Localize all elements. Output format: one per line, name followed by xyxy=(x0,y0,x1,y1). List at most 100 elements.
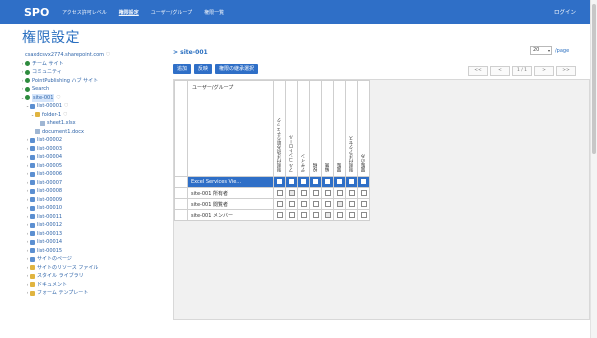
row-selector[interactable] xyxy=(174,187,188,199)
permission-checkbox[interactable] xyxy=(360,200,367,207)
permission-checkbox[interactable] xyxy=(276,189,283,196)
permission-checkbox[interactable] xyxy=(300,211,307,218)
permission-checkbox[interactable] xyxy=(324,189,331,196)
info-icon[interactable]: ◌ xyxy=(63,111,67,120)
tree-item[interactable]: csaxdcsvx2774.sharepoint.com ◌ xyxy=(20,51,170,60)
permission-checkbox[interactable] xyxy=(348,200,355,207)
tree-item[interactable]: › コミュニティ xyxy=(20,68,170,77)
inherit-permissions-button[interactable]: 権限の継承選択 xyxy=(215,64,259,74)
tree-item[interactable]: › list-00007 xyxy=(20,179,170,188)
tree-item[interactable]: › フォーム テンプレート xyxy=(20,289,170,298)
permission-checkbox[interactable] xyxy=(324,200,331,207)
permission-level-header: 編集 xyxy=(321,80,334,177)
permission-checkbox[interactable] xyxy=(288,211,295,218)
tree-item[interactable]: › スタイル ライブラリ xyxy=(20,272,170,281)
tree-item[interactable]: ⌄ site-001 ◌ xyxy=(20,93,170,103)
bulk-select-square[interactable] xyxy=(277,179,282,184)
row-selector[interactable] xyxy=(174,176,188,188)
permission-checkbox[interactable] xyxy=(276,200,283,207)
tree-item[interactable]: › list-00012 xyxy=(20,221,170,230)
permission-checkbox[interactable] xyxy=(348,211,355,218)
permission-checkbox[interactable] xyxy=(360,211,367,218)
bulk-select-square[interactable] xyxy=(289,179,294,184)
permission-checkbox[interactable] xyxy=(276,211,283,218)
tree-item[interactable]: › list-00015 xyxy=(20,247,170,256)
group-name-cell[interactable]: site-001 メンバー xyxy=(187,209,274,221)
tree-item[interactable]: › サイトのリソース ファイル xyxy=(20,264,170,273)
tree-item[interactable]: › list-00003 xyxy=(20,145,170,154)
nav-permission-settings[interactable]: 権限設定 xyxy=(119,9,139,16)
permission-checkbox[interactable] xyxy=(336,189,343,196)
bulk-select-square[interactable] xyxy=(349,179,354,184)
tree-item[interactable]: › list-00014 xyxy=(20,238,170,247)
permission-checkbox[interactable] xyxy=(300,189,307,196)
tree-item[interactable]: › list-00005 xyxy=(20,162,170,171)
permission-checkbox[interactable] xyxy=(336,211,343,218)
bulk-select-square[interactable] xyxy=(301,179,306,184)
permission-checkbox[interactable] xyxy=(324,211,331,218)
page-scrollbar[interactable] xyxy=(590,0,597,338)
login-link[interactable]: ログイン xyxy=(554,8,576,16)
tree-item[interactable]: › list-00004 xyxy=(20,153,170,162)
info-icon[interactable]: ◌ xyxy=(106,51,110,60)
list-icon xyxy=(30,171,35,177)
permission-checkbox[interactable] xyxy=(348,189,355,196)
add-button[interactable]: 追加 xyxy=(173,64,192,74)
tree-item[interactable]: › ドキュメント xyxy=(20,281,170,290)
tree-item[interactable]: › list-00010 xyxy=(20,204,170,213)
file-icon xyxy=(35,129,40,135)
tree-item[interactable]: › サイトのページ xyxy=(20,255,170,264)
list-icon xyxy=(30,248,35,254)
bulk-select-square[interactable] xyxy=(313,179,318,184)
tree-item[interactable]: › PointPublishing ハブ サイト xyxy=(20,77,170,86)
permission-checkbox[interactable] xyxy=(336,200,343,207)
info-icon[interactable]: ◌ xyxy=(64,102,68,111)
nav-access-levels[interactable]: アクセス許可レベル xyxy=(62,9,107,16)
bulk-select-square[interactable] xyxy=(337,179,342,184)
permission-cell xyxy=(297,187,310,199)
tree-item[interactable]: › list-00013 xyxy=(20,230,170,239)
group-name-cell[interactable]: Excel Services Vie... xyxy=(187,176,274,188)
tree-item[interactable]: ⌄ list-00001 ◌ xyxy=(20,102,170,111)
apply-button[interactable]: 反映 xyxy=(194,64,213,74)
last-page-button[interactable]: >> xyxy=(556,66,576,76)
tree-item[interactable]: › list-00008 xyxy=(20,187,170,196)
list-icon xyxy=(30,256,35,262)
group-name-cell[interactable]: site-001 閲覧者 xyxy=(187,198,274,210)
tree-item[interactable]: ⌄ folder-1 ◌ xyxy=(20,111,170,120)
brand-logo[interactable]: SPO xyxy=(24,6,58,19)
permission-level-label: 制限付きアクセス xyxy=(348,136,354,172)
tree-item[interactable]: › list-00006 xyxy=(20,170,170,179)
permission-cell xyxy=(345,176,358,188)
tree-item[interactable]: › Search xyxy=(20,85,170,94)
tree-item[interactable]: › list-00002 xyxy=(20,136,170,145)
permission-checkbox[interactable] xyxy=(312,189,319,196)
prev-page-button[interactable]: < xyxy=(490,66,510,76)
scrollbar-thumb[interactable] xyxy=(592,4,596,154)
first-page-button[interactable]: << xyxy=(468,66,488,76)
row-selector[interactable] xyxy=(174,209,188,221)
permission-checkbox[interactable] xyxy=(288,200,295,207)
next-page-button[interactable]: > xyxy=(534,66,554,76)
group-name-cell[interactable]: site-001 所有者 xyxy=(187,187,274,199)
permission-checkbox[interactable] xyxy=(312,211,319,218)
info-icon[interactable]: ◌ xyxy=(56,94,60,103)
nav-users-groups[interactable]: ユーザー/グループ xyxy=(151,9,192,16)
row-selector[interactable] xyxy=(174,198,188,210)
permission-checkbox[interactable] xyxy=(288,189,295,196)
permission-cell xyxy=(297,176,310,188)
tree-item[interactable]: › チーム サイト xyxy=(20,60,170,69)
tree-item[interactable]: › list-00011 xyxy=(20,213,170,222)
tree-item[interactable]: › list-00009 xyxy=(20,196,170,205)
permission-checkbox[interactable] xyxy=(360,189,367,196)
tree-item[interactable]: sheet1.xlsx xyxy=(20,119,170,128)
permission-checkbox[interactable] xyxy=(300,200,307,207)
page-size-select[interactable]: 20 ▾ xyxy=(530,46,552,55)
permission-cell xyxy=(345,198,358,210)
list-icon xyxy=(30,239,35,245)
permission-checkbox[interactable] xyxy=(312,200,319,207)
nav-permission-list[interactable]: 権限一覧 xyxy=(204,9,224,16)
bulk-select-square[interactable] xyxy=(325,179,330,184)
tree-item[interactable]: document1.docx xyxy=(20,128,170,137)
bulk-select-square[interactable] xyxy=(361,179,366,184)
